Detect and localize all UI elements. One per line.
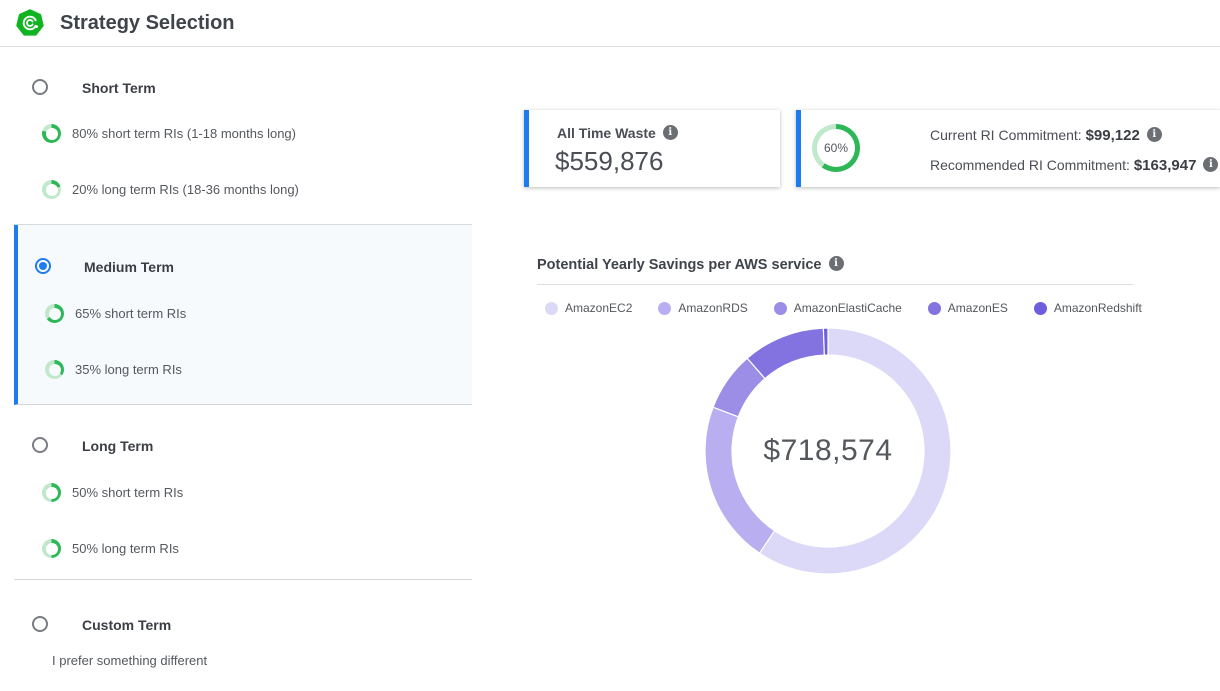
legend-label: AmazonRedshift — [1054, 301, 1142, 315]
radio-long-term[interactable] — [32, 437, 48, 453]
legend-dot-icon — [1034, 302, 1047, 315]
allocation-ring-80 — [42, 124, 61, 143]
allocation-ring-20 — [42, 180, 61, 199]
savings-chart-title: Potential Yearly Savings per AWS service — [537, 256, 844, 273]
legend-dot-icon — [658, 302, 671, 315]
recommended-ri-commitment-value: $163,947 — [1134, 157, 1197, 174]
legend-label: AmazonRDS — [678, 301, 747, 315]
current-ri-commitment-label: Current RI Commitment: — [930, 127, 1082, 143]
chart-header-divider — [537, 284, 1133, 285]
all-time-waste-text: All Time Waste — [557, 125, 656, 141]
legend-dot-icon — [774, 302, 787, 315]
info-icon[interactable] — [1203, 157, 1218, 172]
short-term-item-2: 20% long term RIs (18-36 months long) — [72, 181, 299, 199]
commitment-gauge: 60% — [812, 124, 860, 172]
custom-term-description: I prefer something different — [52, 653, 207, 668]
legend-item-AmazonElastiCache[interactable]: AmazonElastiCache — [774, 301, 902, 315]
medium-term-item-1: 65% short term RIs — [75, 305, 186, 323]
legend-label: AmazonElastiCache — [794, 301, 902, 315]
radio-medium-term[interactable] — [35, 258, 51, 274]
allocation-ring-35 — [45, 360, 64, 379]
current-ri-commitment-value: $99,122 — [1086, 127, 1140, 144]
long-term-label: Long Term — [82, 438, 153, 454]
allocation-ring-65 — [45, 304, 64, 323]
all-time-waste-card: All Time Waste $559,876 — [524, 110, 780, 187]
short-term-label: Short Term — [82, 80, 156, 96]
page-header: Strategy Selection — [0, 0, 1220, 47]
recommended-ri-commitment-line: Recommended RI Commitment: $163,947 — [930, 157, 1218, 174]
legend-item-AmazonES[interactable]: AmazonES — [928, 301, 1008, 315]
commitment-gauge-label: 60% — [812, 124, 860, 172]
savings-donut-chart: $718,574 — [705, 328, 951, 574]
legend-item-AmazonEC2[interactable]: AmazonEC2 — [545, 301, 632, 315]
medium-term-label: Medium Term — [84, 259, 174, 275]
current-ri-commitment-line: Current RI Commitment: $99,122 — [930, 127, 1162, 144]
legend-label: AmazonEC2 — [565, 301, 632, 315]
strategy-selection-page: Strategy Selection Short Term 80% short … — [0, 0, 1220, 691]
allocation-ring-50-short — [42, 483, 61, 502]
all-time-waste-label: All Time Waste — [557, 125, 678, 141]
info-icon[interactable] — [663, 125, 678, 140]
medium-term-item-2: 35% long term RIs — [75, 361, 182, 379]
legend-label: AmazonES — [948, 301, 1008, 315]
legend-item-AmazonRedshift[interactable]: AmazonRedshift — [1034, 301, 1142, 315]
section-divider — [14, 579, 472, 580]
savings-chart-title-text: Potential Yearly Savings per AWS service — [537, 257, 822, 273]
donut-center-total: $718,574 — [705, 328, 951, 574]
page-title: Strategy Selection — [60, 12, 235, 35]
recommended-ri-commitment-label: Recommended RI Commitment: — [930, 157, 1130, 173]
legend-dot-icon — [545, 302, 558, 315]
legend-item-AmazonRDS[interactable]: AmazonRDS — [658, 301, 747, 315]
radio-custom-term[interactable] — [32, 616, 48, 632]
allocation-ring-50-long — [42, 539, 61, 558]
short-term-item-1: 80% short term RIs (1-18 months long) — [72, 125, 296, 143]
cloudability-logo-icon — [16, 9, 44, 37]
legend-dot-icon — [928, 302, 941, 315]
long-term-item-2: 50% long term RIs — [72, 540, 179, 558]
info-icon[interactable] — [829, 256, 844, 271]
custom-term-label: Custom Term — [82, 617, 171, 633]
all-time-waste-value: $559,876 — [555, 146, 663, 177]
ri-commitment-card: 60% Current RI Commitment: $99,122 Recom… — [796, 110, 1220, 187]
radio-short-term[interactable] — [32, 79, 48, 95]
long-term-item-1: 50% short term RIs — [72, 484, 183, 502]
info-icon[interactable] — [1147, 127, 1162, 142]
chart-legend: AmazonEC2 AmazonRDS AmazonElastiCache Amazo… — [545, 301, 1142, 315]
